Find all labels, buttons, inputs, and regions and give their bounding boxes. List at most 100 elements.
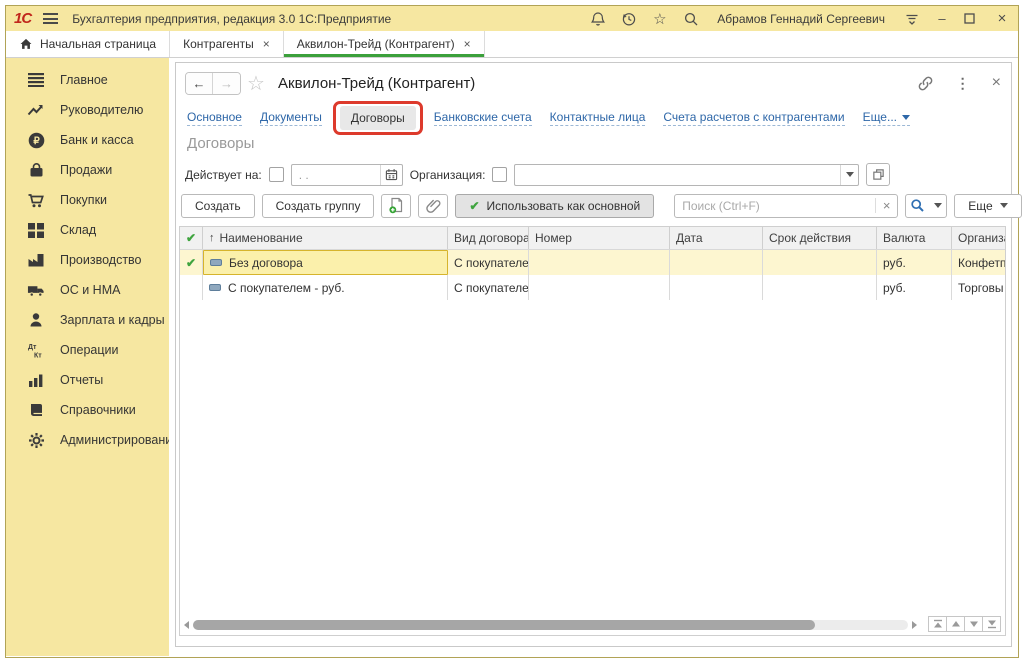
column-header-kind[interactable]: Вид договора: [448, 227, 529, 249]
attachments-button[interactable]: [418, 194, 448, 218]
create-group-button[interactable]: Создать группу: [262, 194, 375, 218]
search-icon[interactable]: [682, 10, 699, 27]
table-row[interactable]: ✔ Без договора С покупателем руб. Конфет…: [180, 250, 1006, 275]
cell-kind[interactable]: С покупателем: [448, 275, 529, 300]
forward-button[interactable]: →: [213, 73, 240, 94]
cell-name[interactable]: С покупателем - руб.: [203, 275, 448, 300]
cell-term[interactable]: [763, 250, 877, 275]
cell-date[interactable]: [670, 250, 763, 275]
cart-icon: [27, 191, 45, 209]
nav-link-bankovskie-scheta[interactable]: Банковские счета: [434, 110, 532, 126]
favorite-star-icon[interactable]: ☆: [247, 71, 265, 96]
hide-panels-icon[interactable]: [903, 10, 920, 27]
cell-kind[interactable]: С покупателем: [448, 250, 529, 275]
sidebar-item-prodazhi[interactable]: Продажи: [6, 155, 169, 185]
cell-organization[interactable]: Конфетп: [952, 250, 1006, 275]
history-icon[interactable]: [620, 10, 637, 27]
sidebar-item-spravochniki[interactable]: Справочники: [6, 395, 169, 425]
organization-checkbox[interactable]: [492, 167, 507, 182]
nav-link-scheta-raschetov[interactable]: Счета расчетов с контрагентами: [663, 110, 844, 126]
search-input[interactable]: [675, 199, 875, 213]
tab-close-icon[interactable]: ×: [464, 37, 471, 51]
scroll-left-icon[interactable]: [184, 621, 189, 629]
valid-on-checkbox[interactable]: [269, 167, 284, 182]
organization-choose-button[interactable]: [866, 163, 890, 186]
cell-name-selected[interactable]: Без договора: [203, 250, 448, 275]
sidebar-item-os-i-nma[interactable]: ОС и НМА: [6, 275, 169, 305]
more-actions-icon[interactable]: ⋮: [956, 75, 970, 92]
combo-dropdown-icon[interactable]: [840, 165, 858, 185]
list-toolbar: Создать Создать группу ✔ Использовать ка…: [181, 193, 1024, 218]
column-header-name[interactable]: ↑Наименование: [203, 227, 448, 249]
horizontal-scrollbar: [184, 619, 917, 631]
cell-number[interactable]: [529, 250, 670, 275]
sidebar-item-otchety[interactable]: Отчеты: [6, 365, 169, 395]
nav-link-esche[interactable]: Еще...: [863, 110, 910, 126]
current-user[interactable]: Абрамов Геннадий Сергеевич: [717, 12, 885, 26]
go-to-bottom-button[interactable]: [982, 616, 1001, 632]
cell-term[interactable]: [763, 275, 877, 300]
sidebar-item-bank-i-kassa[interactable]: ₽ Банк и касса: [6, 125, 169, 155]
sidebar-item-operatsii[interactable]: ДтКт Операции: [6, 335, 169, 365]
column-header-number[interactable]: Номер: [529, 227, 670, 249]
tab-close-icon[interactable]: ×: [263, 37, 270, 51]
go-to-top-button[interactable]: [928, 616, 947, 632]
nav-link-dogovory-active[interactable]: Договоры: [340, 106, 416, 130]
sidebar-item-administrirovanie[interactable]: Администрирование: [6, 425, 169, 455]
maximize-button[interactable]: [964, 13, 980, 24]
close-button[interactable]: ×: [994, 10, 1010, 27]
minimize-button[interactable]: –: [934, 11, 950, 26]
search-settings-button[interactable]: [905, 194, 947, 218]
nav-link-kontaktnye-litsa[interactable]: Контактные лица: [550, 110, 646, 126]
sidebar-item-proizvodstvo[interactable]: Производство: [6, 245, 169, 275]
bar-chart-icon: [27, 371, 45, 389]
use-as-main-button[interactable]: ✔ Использовать как основной: [455, 194, 654, 218]
table-row[interactable]: С покупателем - руб. С покупателем руб. …: [180, 275, 1006, 300]
go-up-button[interactable]: [946, 616, 965, 632]
cell-number[interactable]: [529, 275, 670, 300]
calendar-icon[interactable]: [380, 165, 402, 185]
go-down-button[interactable]: [964, 616, 983, 632]
main-menu-icon[interactable]: [43, 13, 58, 24]
create-button[interactable]: Создать: [181, 194, 255, 218]
row-navigation-buttons: [929, 616, 1001, 632]
dt-kt-icon: ДтКт: [27, 341, 45, 359]
sidebar-item-pokupki[interactable]: Покупки: [6, 185, 169, 215]
sidebar-item-zarplata-i-kadry[interactable]: Зарплата и кадры: [6, 305, 169, 335]
search-clear-icon[interactable]: ×: [875, 198, 897, 213]
magnifier-icon: [910, 198, 925, 213]
sidebar-item-sklad[interactable]: Склад: [6, 215, 169, 245]
sidebar-item-glavnoe[interactable]: Главное: [6, 65, 169, 95]
more-button[interactable]: Еще: [954, 194, 1021, 218]
date-field[interactable]: . .: [291, 164, 403, 186]
tab-home[interactable]: Начальная страница: [6, 31, 170, 57]
column-header-term[interactable]: Срок действия: [763, 227, 877, 249]
scrollbar-thumb[interactable]: [193, 620, 815, 630]
get-link-icon[interactable]: [917, 75, 934, 92]
cell-organization[interactable]: Торговы: [952, 275, 1006, 300]
column-header-date[interactable]: Дата: [670, 227, 763, 249]
warehouse-grid-icon: [27, 221, 45, 239]
cell-date[interactable]: [670, 275, 763, 300]
copy-item-button[interactable]: [381, 194, 411, 218]
column-header-organization[interactable]: Организация: [952, 227, 1006, 249]
ruble-coin-icon: ₽: [27, 131, 45, 149]
nav-link-osnovnoe[interactable]: Основное: [187, 110, 242, 126]
sort-asc-icon: ↑: [209, 232, 215, 244]
cell-currency[interactable]: руб.: [877, 250, 952, 275]
nav-link-dokumenty[interactable]: Документы: [260, 110, 322, 126]
back-button[interactable]: ←: [186, 73, 213, 94]
cell-currency[interactable]: руб.: [877, 275, 952, 300]
organization-combobox[interactable]: [514, 164, 859, 186]
column-header-currency[interactable]: Валюта: [877, 227, 952, 249]
chevron-down-icon: [1000, 203, 1008, 208]
tab-akvilon-treyd[interactable]: Аквилон-Трейд (Контрагент) ×: [284, 31, 485, 57]
scrollbar-track[interactable]: [193, 620, 908, 630]
close-form-icon[interactable]: ×: [992, 74, 1001, 92]
chevron-down-icon: [902, 115, 910, 120]
sidebar-item-rukovoditelyu[interactable]: Руководителю: [6, 95, 169, 125]
scroll-right-icon[interactable]: [912, 621, 917, 629]
tab-kontragenty[interactable]: Контрагенты ×: [170, 31, 284, 57]
notifications-bell-icon[interactable]: [589, 10, 606, 27]
favorites-star-icon[interactable]: ☆: [651, 10, 668, 27]
